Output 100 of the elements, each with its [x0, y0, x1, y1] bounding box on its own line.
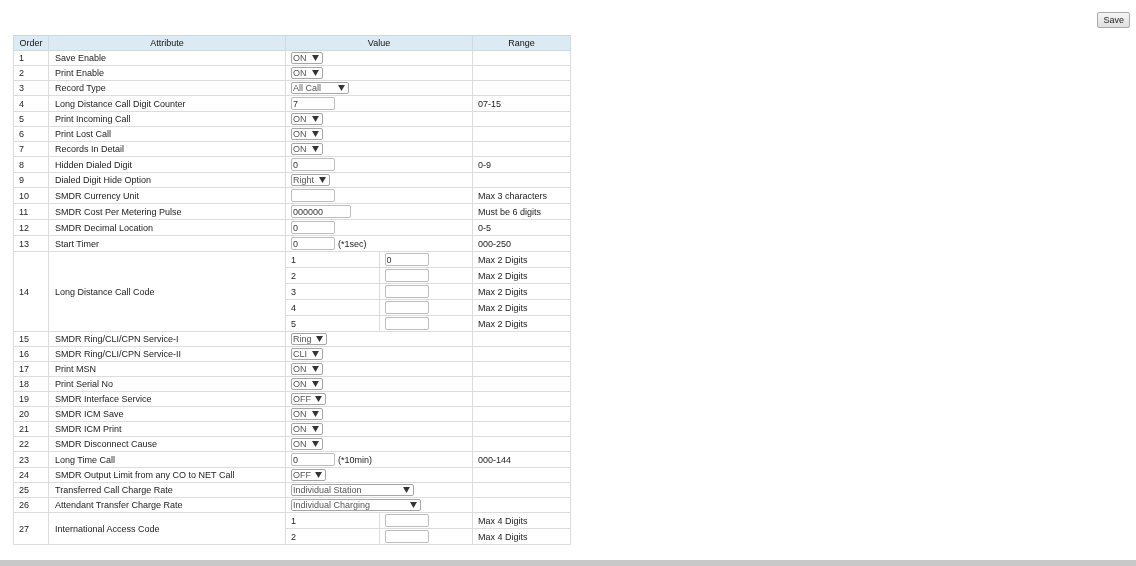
entry-index: 5 — [291, 318, 296, 329]
attribute-label: SMDR Cost Per Metering Pulse — [55, 206, 182, 217]
order-number: 10 — [19, 190, 29, 201]
dropdown[interactable]: ON — [291, 438, 323, 450]
range-text: 0-5 — [478, 222, 491, 233]
dropdown[interactable]: ON — [291, 143, 323, 155]
column-header: Value — [285, 35, 473, 51]
input-field[interactable]: 0 — [291, 453, 335, 466]
dropdown[interactable]: Individual Charging — [291, 499, 421, 511]
input-field[interactable]: 0 — [291, 158, 335, 171]
dropdown[interactable]: ON — [291, 128, 323, 140]
attribute-label: Print MSN — [55, 364, 96, 374]
input-field[interactable] — [384, 317, 429, 330]
column-header: Attribute — [48, 35, 286, 51]
attribute-label: Hidden Dialed Digit — [55, 159, 133, 170]
column-header: Order — [13, 35, 49, 51]
attribute-label: Print Lost Call — [55, 129, 112, 139]
attribute-label: SMDR Output Limit from any CO to NET Call — [55, 470, 235, 480]
unit-label: (*1sec) — [338, 238, 367, 249]
dropdown[interactable]: CLI — [291, 348, 323, 360]
order-number: 2 — [19, 68, 24, 78]
order-number: 7 — [19, 144, 24, 154]
order-number: 22 — [19, 439, 29, 449]
input-field[interactable]: 7 — [291, 97, 335, 110]
attribute-label: Long Distance Call Digit Counter — [55, 98, 186, 109]
range-text: Max 2 Digits — [478, 286, 528, 297]
input-field[interactable] — [384, 285, 429, 298]
attribute-label: Attendant Transfer Charge Rate — [55, 500, 183, 510]
attribute-label: SMDR Interface Service — [55, 394, 152, 404]
order-number: 20 — [19, 409, 29, 419]
dropdown[interactable]: ON — [291, 363, 323, 375]
caret-icon — [312, 411, 319, 417]
range-text: Max 2 Digits — [478, 318, 528, 329]
save-button[interactable]: Save — [1097, 12, 1130, 28]
range-text: Must be 6 digits — [478, 206, 542, 217]
caret-icon — [318, 177, 326, 183]
range-text: Max 4 Digits — [478, 531, 528, 542]
attribute-label: SMDR ICM Print — [55, 424, 122, 434]
caret-icon — [312, 381, 319, 387]
dropdown[interactable]: ON — [291, 408, 323, 420]
caret-icon — [338, 85, 345, 91]
dropdown[interactable]: OFF — [291, 469, 326, 481]
range-text: 000-250 — [478, 238, 512, 249]
range-text: 000-144 — [478, 454, 512, 465]
order-number: 23 — [19, 454, 29, 465]
input-field[interactable] — [384, 530, 429, 543]
range-text: Max 2 Digits — [478, 254, 528, 265]
dropdown[interactable]: ON — [291, 67, 323, 79]
entry-index: 1 — [291, 254, 296, 265]
range-text: Max 2 Digits — [478, 302, 528, 313]
dropdown[interactable]: ON — [291, 378, 323, 390]
order-number: 26 — [19, 500, 29, 510]
input-field[interactable]: 0 — [384, 253, 429, 266]
attribute-label: Long Distance Call Code — [55, 286, 155, 297]
range-text: 0-9 — [478, 159, 491, 170]
entry-index: 4 — [291, 302, 296, 313]
dropdown[interactable]: ON — [291, 423, 323, 435]
caret-icon — [312, 351, 319, 357]
dropdown[interactable]: All Call — [291, 82, 349, 94]
dropdown[interactable]: Right — [291, 174, 330, 186]
order-number: 1 — [19, 53, 24, 63]
order-number: 24 — [19, 470, 29, 480]
attribute-label: SMDR Ring/CLI/CPN Service-II — [55, 349, 182, 359]
dropdown[interactable]: Ring — [291, 333, 327, 345]
order-number: 8 — [19, 159, 24, 170]
input-field[interactable]: 0 — [291, 221, 335, 234]
attribute-label: Transferred Call Charge Rate — [55, 485, 173, 495]
attribute-label: Save Enable — [55, 53, 107, 63]
caret-icon — [312, 366, 319, 372]
scrollbar[interactable] — [0, 560, 1136, 566]
caret-icon — [312, 441, 319, 447]
order-number: 19 — [19, 394, 29, 404]
caret-icon — [315, 396, 322, 402]
entry-index: 2 — [291, 270, 296, 281]
caret-icon — [312, 131, 319, 137]
attribute-label: SMDR Ring/CLI/CPN Service-I — [55, 334, 179, 344]
input-field[interactable] — [384, 514, 429, 527]
attribute-label: Start Timer — [55, 238, 99, 249]
range-text: Max 2 Digits — [478, 270, 528, 281]
dropdown[interactable]: ON — [291, 52, 323, 64]
input-field[interactable] — [384, 301, 429, 314]
input-field[interactable]: 000000 — [291, 205, 351, 218]
dropdown[interactable]: OFF — [291, 393, 326, 405]
attribute-label: Long Time Call — [55, 454, 116, 465]
caret-icon — [403, 487, 410, 493]
order-number: 27 — [19, 523, 29, 534]
attribute-label: Dialed Digit Hide Option — [55, 175, 152, 185]
range-text: 07-15 — [478, 98, 502, 109]
order-number: 5 — [19, 114, 24, 124]
order-number: 13 — [19, 238, 29, 249]
dropdown[interactable]: ON — [291, 113, 323, 125]
input-field[interactable] — [384, 269, 429, 282]
caret-icon — [312, 70, 319, 76]
entry-index: 3 — [291, 286, 296, 297]
caret-icon — [315, 472, 322, 478]
input-field[interactable]: 0 — [291, 237, 335, 250]
input-field[interactable] — [291, 189, 335, 202]
order-number: 3 — [19, 83, 24, 93]
attribute-label: International Access Code — [55, 523, 160, 534]
dropdown[interactable]: Individual Station — [291, 484, 414, 496]
